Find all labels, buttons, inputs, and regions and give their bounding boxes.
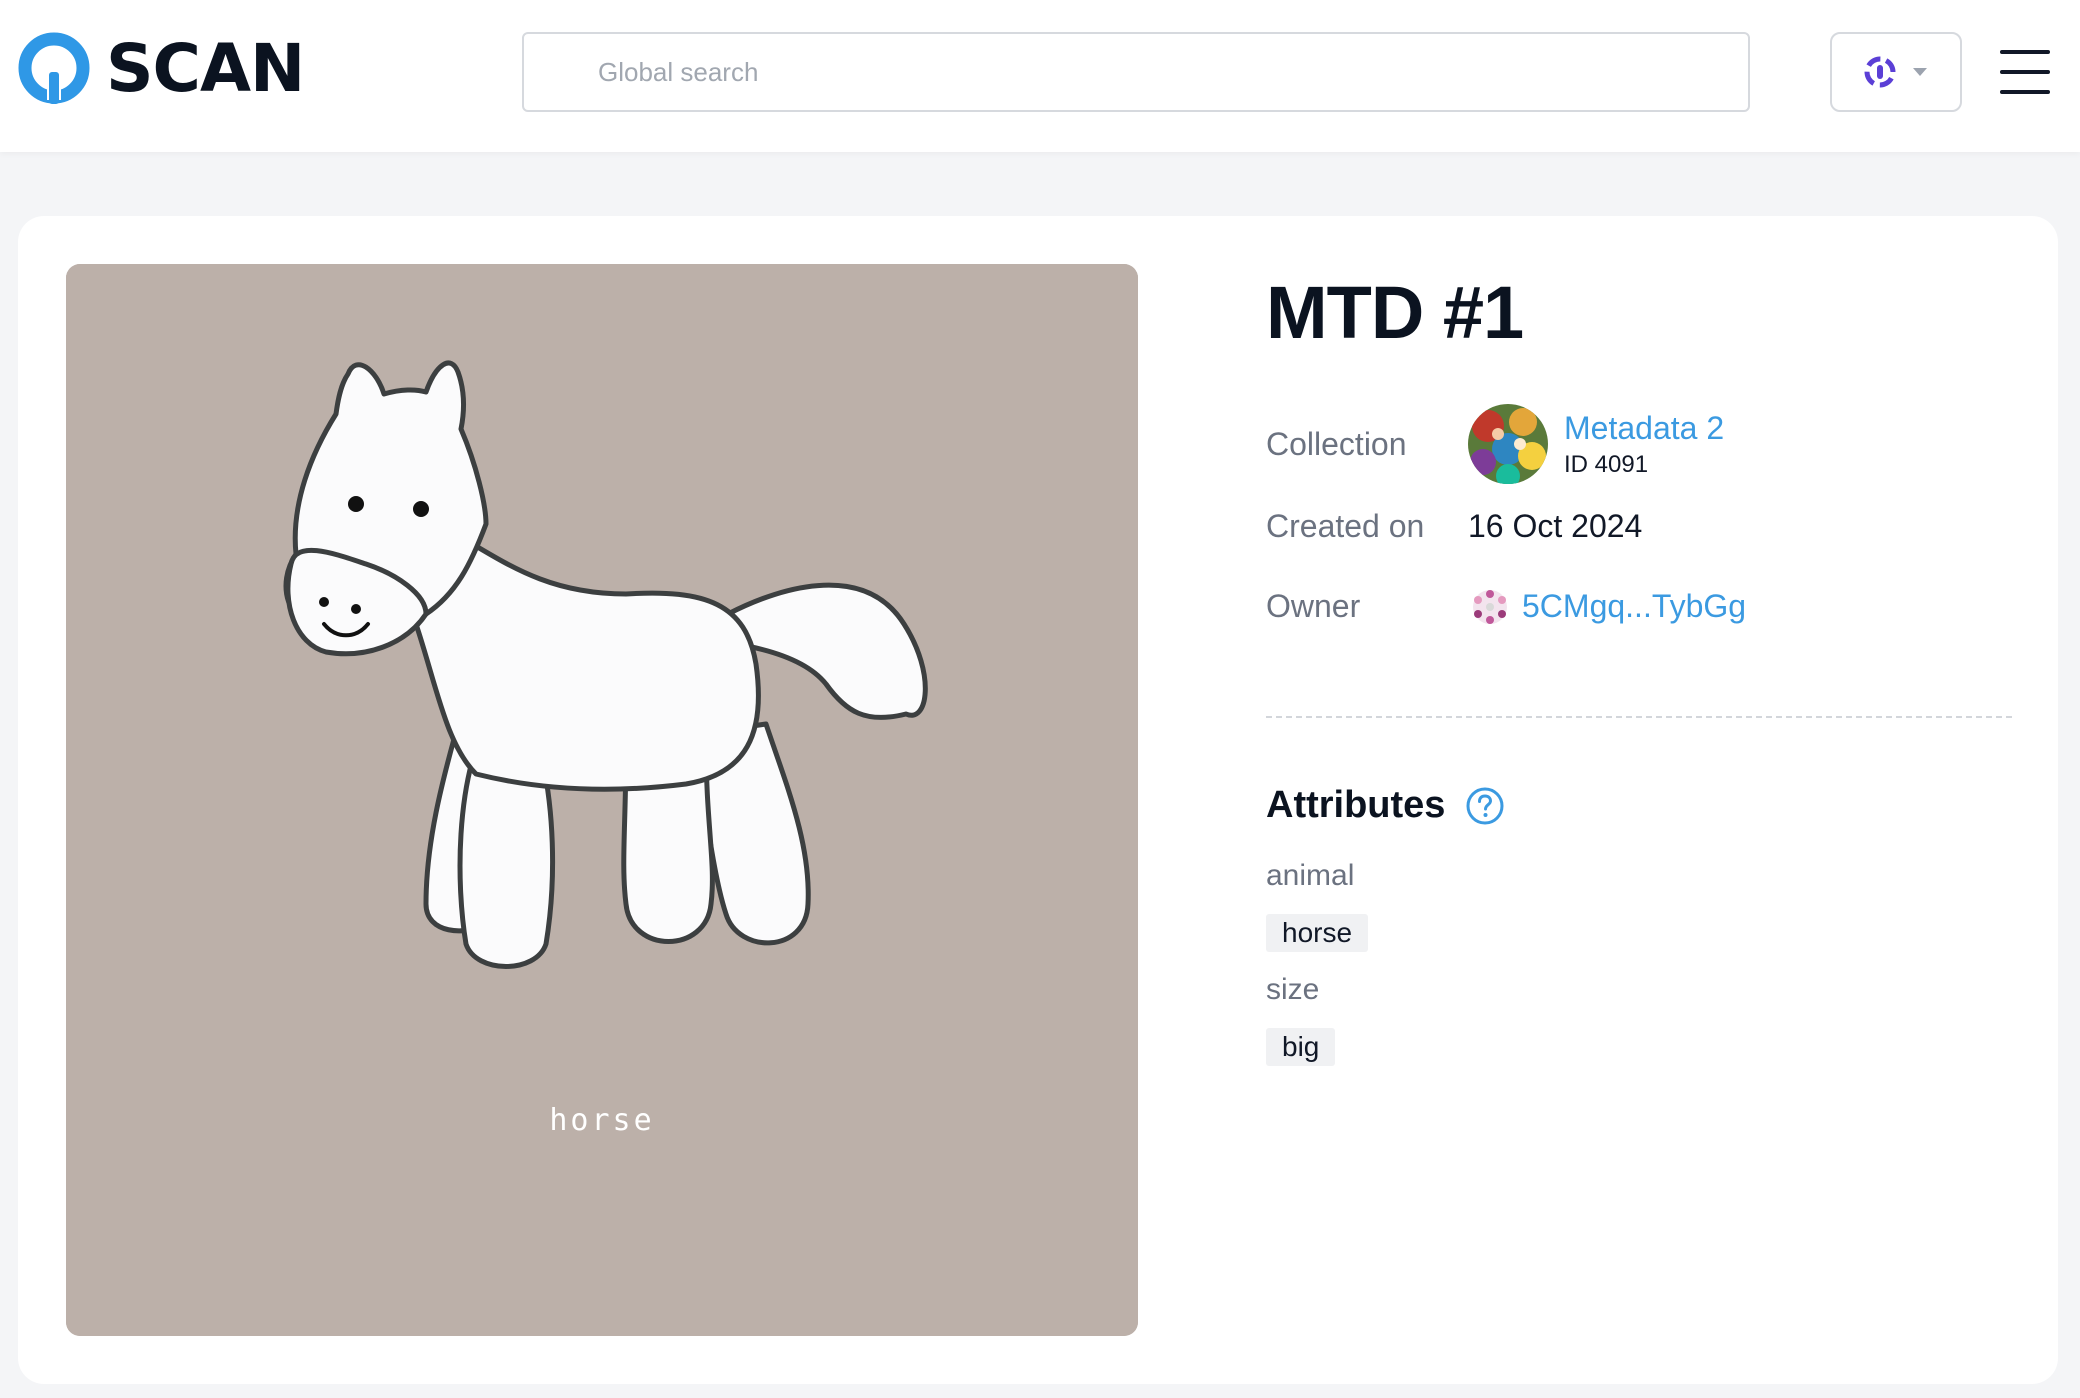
logo-text: SCAN	[106, 29, 305, 107]
help-icon[interactable]	[1465, 786, 1505, 826]
network-selector[interactable]	[1830, 32, 1962, 112]
logo[interactable]: SCAN	[16, 29, 305, 107]
polkadot-icon	[1864, 56, 1896, 88]
owner-link[interactable]: 5CMgq...TybGg	[1522, 588, 1746, 625]
page-title: MTD #1	[1266, 271, 1524, 354]
collection-avatar[interactable]	[1468, 404, 1548, 484]
collection-row: Collection Metadata 2 ID 4091	[1266, 404, 1724, 484]
identicon-icon	[1473, 589, 1507, 624]
attribute-value: big	[1266, 1028, 1336, 1066]
attributes-list: animal horse size big	[1266, 856, 1369, 1084]
search-input[interactable]	[524, 34, 1748, 110]
attribute-item: animal horse	[1266, 856, 1369, 970]
collection-label: Collection	[1266, 425, 1407, 462]
logo-icon	[18, 32, 90, 104]
chevron-down-icon	[1913, 68, 1927, 76]
created-label: Created on	[1266, 508, 1425, 544]
hamburger-icon[interactable]	[2000, 50, 2050, 94]
collection-id: ID 4091	[1564, 451, 1649, 479]
nft-image: horse	[66, 264, 1138, 1336]
created-row: Created on 16 Oct 2024	[1266, 508, 1642, 545]
nft-detail-card: horse MTD #1 Collection Metadata 2 ID 40…	[18, 216, 2058, 1384]
nft-info: MTD #1 Collection Metadata 2 ID 4091 Cre…	[1266, 271, 2018, 1066]
attributes-title: Attributes	[1266, 784, 1446, 826]
top-header: SCAN	[0, 0, 2080, 152]
attribute-key: size	[1266, 973, 1320, 1006]
attribute-item: size big	[1266, 970, 1368, 1084]
collection-link[interactable]: Metadata 2	[1564, 409, 1724, 447]
attribute-key: animal	[1266, 859, 1355, 892]
attribute-value: horse	[1266, 914, 1369, 952]
collection-image	[1468, 404, 1548, 484]
attributes-header: Attributes	[1266, 784, 1505, 827]
global-search[interactable]	[522, 32, 1750, 112]
section-divider	[1266, 716, 2012, 718]
owner-row: Owner 5CMgq...TybGg	[1266, 588, 1746, 625]
created-value: 16 Oct 2024	[1468, 508, 1643, 544]
image-caption: horse	[549, 1103, 654, 1138]
owner-label: Owner	[1266, 588, 1361, 624]
horse-illustration: horse	[66, 264, 1138, 1336]
